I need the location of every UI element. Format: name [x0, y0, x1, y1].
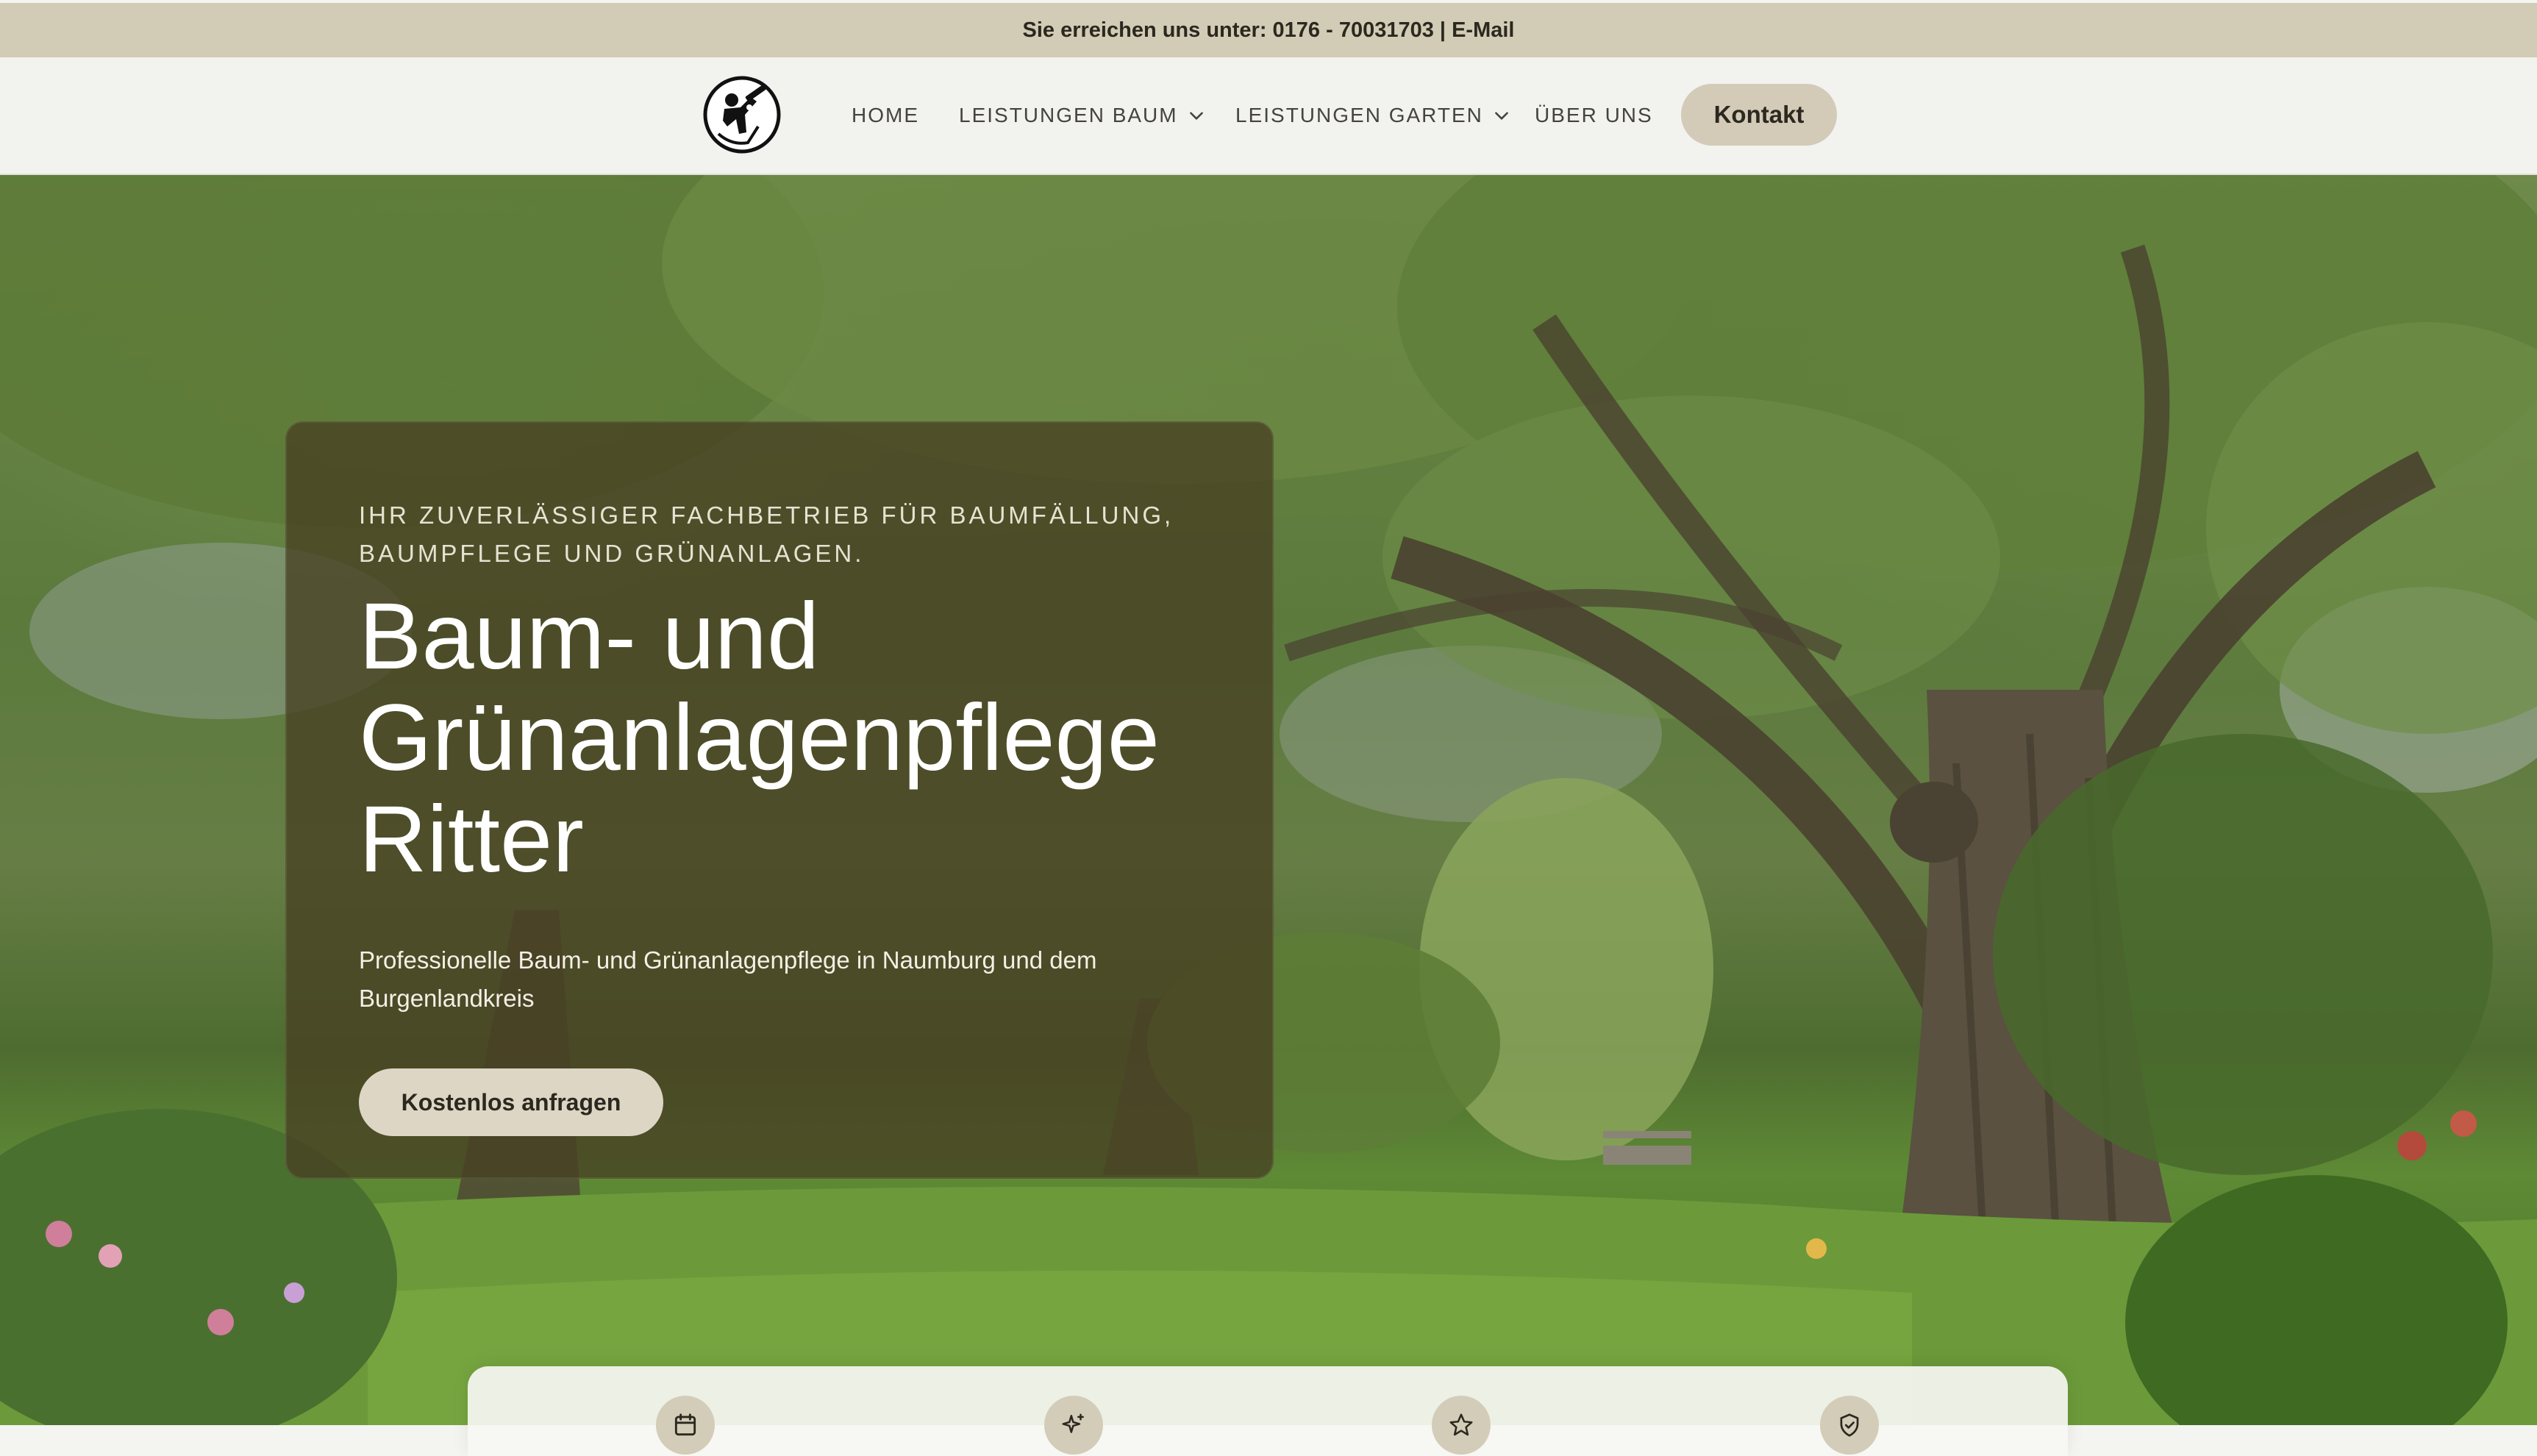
contact-phone-link[interactable]: 0176 - 70031703 — [1273, 18, 1434, 43]
feature-bar — [468, 1366, 2068, 1456]
chevron-down-icon — [1494, 112, 1508, 120]
contact-email-link[interactable]: E-Mail — [1452, 18, 1514, 43]
chevron-down-icon — [1189, 112, 1203, 120]
hero-section: IHR ZUVERLÄSSIGER FACHBETRIEB FÜR BAUMFÄ… — [0, 175, 2537, 1425]
nav-item-ueber-uns[interactable]: ÜBER UNS — [1535, 99, 1653, 132]
star-icon — [1432, 1396, 1491, 1455]
hero-subtitle: Professionelle Baum- und Grünanlagenpfle… — [359, 946, 1097, 1012]
calendar-icon — [656, 1396, 715, 1455]
shield-check-icon — [1820, 1396, 1879, 1455]
hero-title-line: Ritter — [359, 787, 584, 892]
nav-item-label: LEISTUNGEN BAUM — [959, 104, 1178, 126]
nav-item-label: LEISTUNGEN GARTEN — [1235, 104, 1483, 126]
hero-title: Baum- und Grünanlagenpflege Ritter — [359, 586, 1256, 891]
contact-bar: Sie erreichen uns unter: 0176 - 70031703… — [0, 0, 2537, 57]
nav-item-label: HOME — [852, 104, 919, 126]
main-navigation: HOME LEISTUNGEN BAUM LEISTUNGEN GARTEN Ü… — [0, 57, 2537, 175]
contact-prefix: Sie erreichen uns unter: — [1022, 18, 1273, 42]
hero-title-line: Baum- und — [359, 584, 820, 689]
nav-item-leistungen-baum[interactable]: LEISTUNGEN BAUM — [959, 99, 1206, 132]
hero-card: IHR ZUVERLÄSSIGER FACHBETRIEB FÜR BAUMFÄ… — [285, 421, 1274, 1179]
hero-eyebrow: IHR ZUVERLÄSSIGER FACHBETRIEB FÜR BAUMFÄ… — [359, 502, 1174, 567]
hero-title-line: Grünanlagenpflege — [359, 685, 1160, 791]
kontakt-button[interactable]: Kontakt — [1681, 84, 1837, 146]
nav-item-leistungen-garten[interactable]: LEISTUNGEN GARTEN — [1235, 99, 1511, 132]
nav-item-home[interactable]: HOME — [852, 99, 919, 132]
arborist-logo-icon[interactable] — [702, 75, 782, 154]
kostenlos-anfragen-button[interactable]: Kostenlos anfragen — [359, 1068, 663, 1136]
contact-separator: | — [1433, 18, 1452, 42]
sparkles-icon — [1044, 1396, 1103, 1455]
nav-item-label: ÜBER UNS — [1535, 104, 1653, 126]
